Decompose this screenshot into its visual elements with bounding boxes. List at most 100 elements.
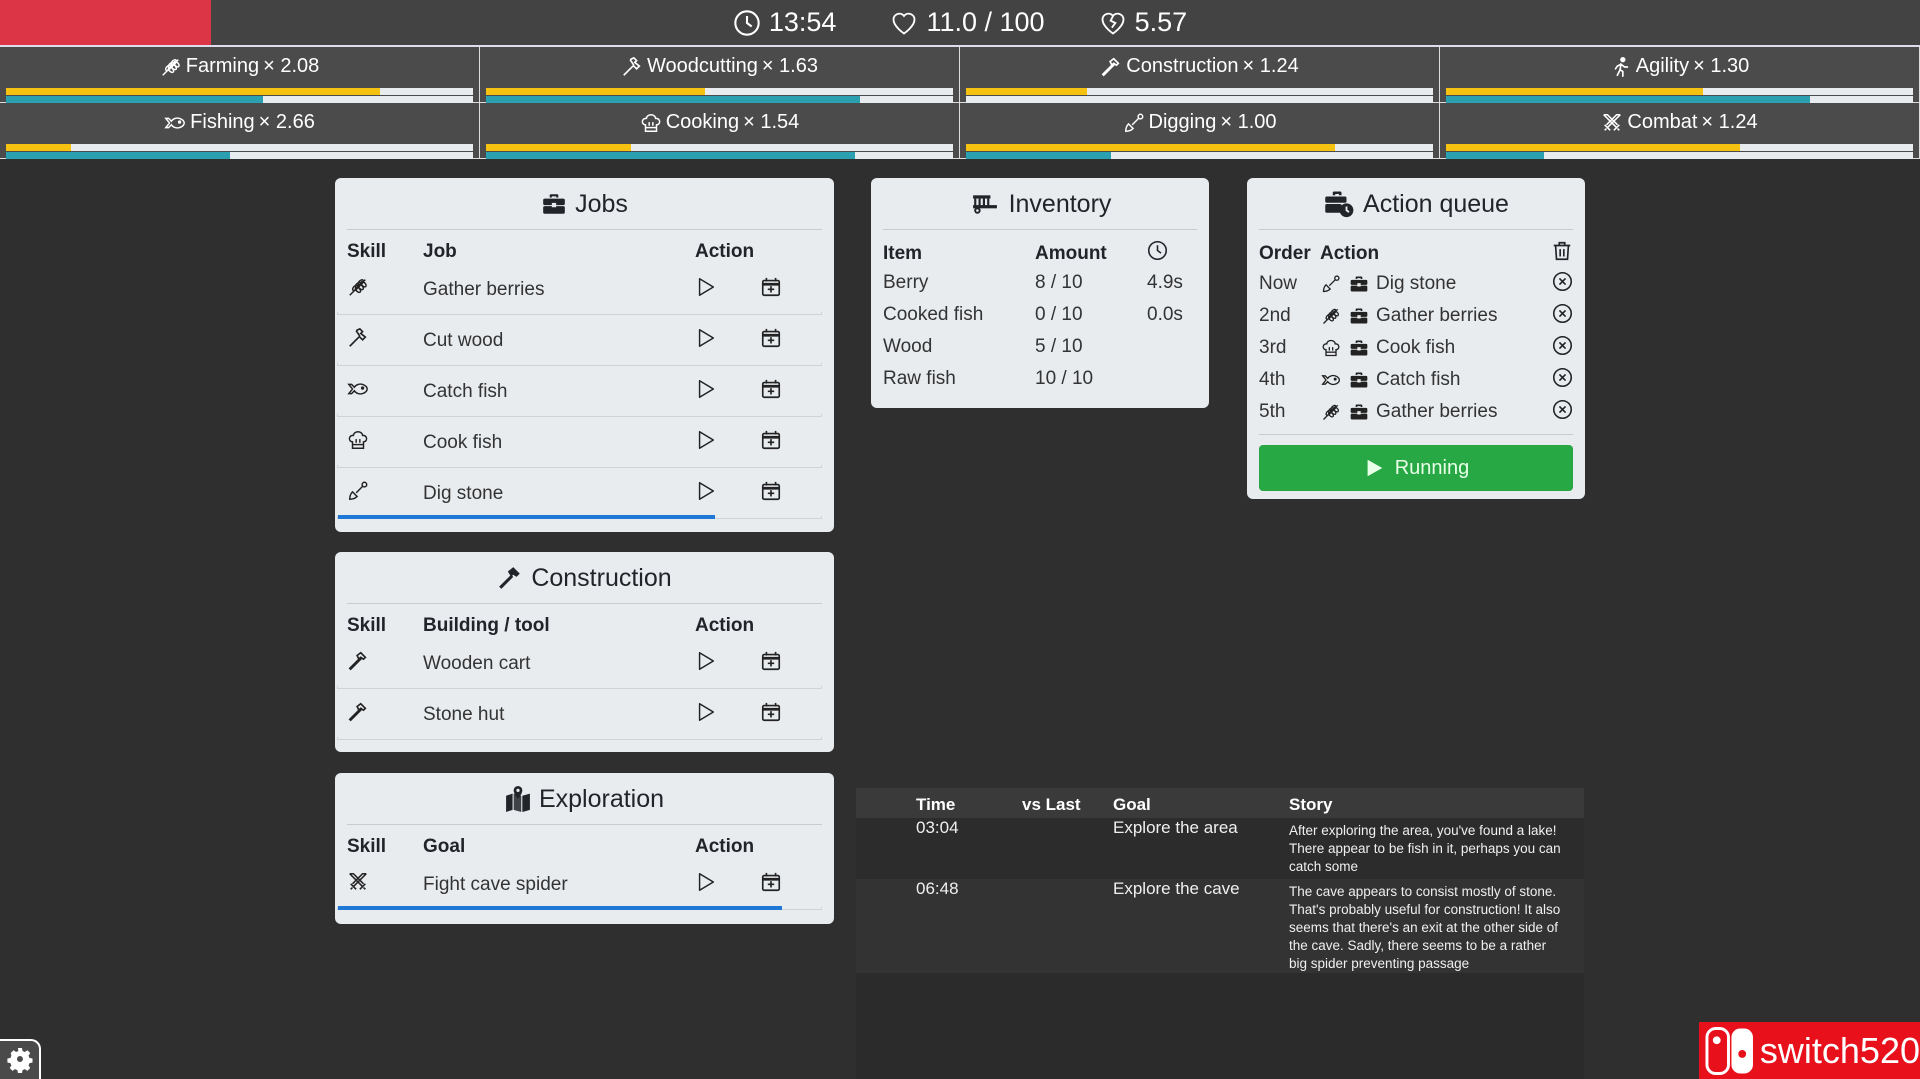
remove-from-queue-button[interactable] <box>1552 399 1573 420</box>
skill-tile-woodcutting: Woodcutting × 1.63 <box>480 47 960 103</box>
start-button[interactable] <box>695 701 717 723</box>
play-icon <box>695 378 717 400</box>
skill-cell <box>347 468 423 519</box>
construction-row-name: Stone hut <box>423 703 505 725</box>
clear-queue-button[interactable] <box>1545 230 1573 268</box>
queue-row: 4th Catch fish <box>1259 364 1573 396</box>
calendar-plus-icon <box>760 429 782 451</box>
watermark-text: switch520 <box>1759 1029 1920 1071</box>
trash-icon[interactable] <box>1551 240 1573 262</box>
watermark: switch520 <box>1699 1022 1920 1079</box>
add-to-queue-button[interactable] <box>760 650 782 672</box>
hammer-icon <box>347 650 369 672</box>
skill-xp-bar <box>6 96 473 103</box>
swords-icon <box>1601 112 1623 134</box>
remove-from-queue-button[interactable] <box>1552 271 1573 292</box>
add-to-queue-button[interactable] <box>760 480 782 502</box>
play-icon <box>695 650 717 672</box>
construction-row: Stone hut <box>337 689 822 740</box>
add-to-queue-button[interactable] <box>760 378 782 400</box>
start-button[interactable] <box>695 276 717 298</box>
action-queue-panel: Action queue Order Action Now Dig stone … <box>1247 178 1585 499</box>
skill-label: Woodcutting × 1.63 <box>480 55 959 78</box>
start-button[interactable] <box>695 871 717 893</box>
briefcase-icon <box>1348 306 1370 326</box>
skill-cell <box>347 315 423 366</box>
start-button[interactable] <box>695 429 717 451</box>
queue-order: 5th <box>1259 401 1286 422</box>
calendar-plus-icon <box>760 276 782 298</box>
add-to-queue-button[interactable] <box>760 327 782 349</box>
inventory-table: Item Amount Berry 8 / 10 4.9s Cooked fis… <box>883 230 1197 395</box>
skill-tile-construction: Construction × 1.24 <box>960 47 1440 103</box>
remove-from-queue-button[interactable] <box>1552 335 1573 356</box>
calendar-plus-icon <box>760 327 782 349</box>
wheat-icon <box>1320 402 1342 422</box>
skill-name: Cooking <box>665 111 740 133</box>
skill-xp-fill <box>1446 96 1811 103</box>
queue-order: 4th <box>1259 369 1286 390</box>
row-progress-track <box>337 906 822 910</box>
briefcase-icon <box>541 191 567 217</box>
queue-order: Now <box>1259 273 1298 294</box>
col-building: Building / tool <box>423 615 550 636</box>
remove-from-queue-button[interactable] <box>1552 367 1573 388</box>
briefcase-icon <box>1348 274 1370 294</box>
start-button[interactable] <box>695 650 717 672</box>
close-circle-icon <box>1552 335 1573 356</box>
skill-label: Farming × 2.08 <box>0 55 479 78</box>
queue-action-label: Dig stone <box>1376 273 1457 294</box>
add-to-queue-button[interactable] <box>760 871 782 893</box>
construction-table: Skill Building / tool Action Wooden cart… <box>337 604 822 740</box>
exploration-row-name: Fight cave spider <box>423 873 568 895</box>
construction-panel-title: Construction <box>347 552 822 604</box>
skill-level-bar <box>1446 144 1913 151</box>
add-to-queue-button[interactable] <box>760 701 782 723</box>
job-row-name: Catch fish <box>423 380 508 402</box>
skill-multiplier: × 1.24 <box>1242 55 1299 77</box>
story-log: Time vs Last Goal Story 03:04 Explore th… <box>856 788 1584 1079</box>
job-row: Dig stone <box>337 468 822 519</box>
exploration-panel-title: Exploration <box>347 773 822 825</box>
action-queue-panel-title: Action queue <box>1259 178 1573 230</box>
damage-value: 5.57 <box>1134 7 1188 37</box>
play-icon <box>695 327 717 349</box>
story-time: 03:04 <box>916 818 1022 879</box>
settings-button[interactable] <box>0 1039 41 1079</box>
start-button[interactable] <box>695 378 717 400</box>
skill-level-fill <box>966 88 1088 95</box>
inventory-time <box>1147 331 1197 363</box>
skill-multiplier: × 2.66 <box>258 111 315 133</box>
skill-multiplier: × 1.00 <box>1220 111 1277 133</box>
skill-xp-fill <box>486 152 855 159</box>
job-row: Gather berries <box>337 264 822 315</box>
skill-tile-fishing: Fishing × 2.66 <box>0 103 480 159</box>
remove-from-queue-button[interactable] <box>1552 303 1573 324</box>
job-row: Cook fish <box>337 417 822 468</box>
inventory-row: Cooked fish 0 / 10 0.0s <box>883 299 1197 331</box>
row-progress-track <box>337 737 822 740</box>
running-toggle-button[interactable]: Running <box>1259 445 1573 491</box>
story-table: Time vs Last Goal Story 03:04 Explore th… <box>856 788 1584 973</box>
skill-level-fill <box>966 144 1335 151</box>
skill-xp-fill <box>6 96 263 103</box>
skills-grid: Farming × 2.08 Woodcutting × 1.63 Constr… <box>0 45 1920 159</box>
fish-icon <box>1320 370 1342 390</box>
skill-level-bar <box>486 88 953 95</box>
clock-icon <box>1147 240 1168 261</box>
start-button[interactable] <box>695 480 717 502</box>
skill-cell <box>347 859 423 910</box>
skill-tile-agility: Agility × 1.30 <box>1440 47 1920 103</box>
row-progress-fill <box>338 906 783 910</box>
queue-row: Now Dig stone <box>1259 268 1573 300</box>
skill-name: Digging <box>1148 111 1217 133</box>
add-to-queue-button[interactable] <box>760 429 782 451</box>
skill-xp-bar <box>966 96 1433 103</box>
start-button[interactable] <box>695 327 717 349</box>
add-to-queue-button[interactable] <box>760 276 782 298</box>
queue-action: Gather berries <box>1320 396 1545 428</box>
play-icon <box>695 480 717 502</box>
calendar-plus-icon <box>760 701 782 723</box>
queue-row: 2nd Gather berries <box>1259 300 1573 332</box>
skill-multiplier: × 1.63 <box>761 55 818 77</box>
